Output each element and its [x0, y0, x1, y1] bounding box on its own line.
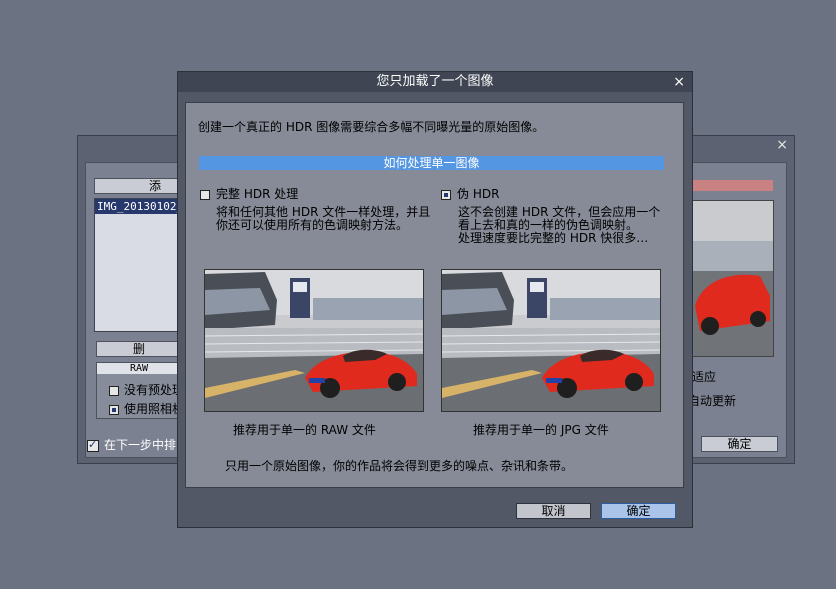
ok-button[interactable]: 确定	[601, 503, 676, 519]
opt-use-camera[interactable]: 使用照相机	[109, 400, 184, 417]
fit-label: 适应	[692, 370, 717, 384]
next-step-checkbox[interactable]: 在下一步中排	[87, 436, 176, 453]
full-hdr-caption: 推荐用于单一的 RAW 文件	[233, 423, 376, 437]
radio-icon[interactable]	[200, 189, 210, 200]
file-list-item[interactable]: IMG_20130102_0	[95, 199, 181, 214]
noise-warning: 只用一个原始图像，你的作品将会得到更多的噪点、杂讯和条带。	[225, 459, 574, 473]
dialog-titlebar: 您只加载了一个图像 ×	[178, 72, 692, 92]
dialog-content-panel: 创建一个真正的 HDR 图像需要综合多幅不同曝光量的原始图像。 如何处理单一图像…	[185, 102, 684, 488]
raw-header: RAW	[97, 363, 181, 374]
file-list[interactable]: IMG_20130102_0	[94, 198, 182, 332]
dialog-close-icon[interactable]: ×	[673, 72, 685, 92]
option-pseudo-desc-3: 处理速度要比完整的 HDR 快很多…	[458, 231, 649, 245]
option-full-desc-2: 你还可以使用所有的色调映射方法。	[216, 218, 409, 232]
radio-selected-icon[interactable]	[109, 404, 119, 415]
checkbox-checked-icon[interactable]	[87, 438, 99, 452]
pseudo-hdr-caption: 推荐用于单一的 JPG 文件	[473, 423, 609, 437]
background-ok-button[interactable]: 确定	[701, 436, 778, 452]
option-full-hdr[interactable]: 完整 HDR 处理	[200, 185, 298, 202]
full-hdr-example-image	[204, 269, 424, 412]
preview-image	[689, 200, 774, 357]
radio-icon[interactable]	[109, 385, 119, 396]
background-close-icon[interactable]: ×	[776, 137, 788, 153]
delete-button[interactable]: 删	[96, 341, 182, 357]
progress-bar	[689, 180, 773, 191]
opt-no-preprocess[interactable]: 没有预处理	[109, 381, 184, 398]
single-image-dialog: 您只加载了一个图像 × 创建一个真正的 HDR 图像需要综合多幅不同曝光量的原始…	[177, 71, 693, 528]
radio-selected-icon[interactable]	[441, 189, 451, 200]
cancel-button[interactable]: 取消	[516, 503, 591, 519]
raw-options-group: RAW 没有预处理 使用照相机	[96, 362, 184, 419]
dialog-title: 您只加载了一个图像	[376, 74, 494, 89]
auto-update-label: 自动更新	[688, 394, 737, 408]
section-title: 如何处理单一图像	[199, 156, 664, 170]
pseudo-hdr-example-image	[441, 269, 661, 412]
option-pseudo-hdr[interactable]: 伪 HDR	[441, 185, 499, 202]
intro-text: 创建一个真正的 HDR 图像需要综合多幅不同曝光量的原始图像。	[198, 120, 545, 134]
